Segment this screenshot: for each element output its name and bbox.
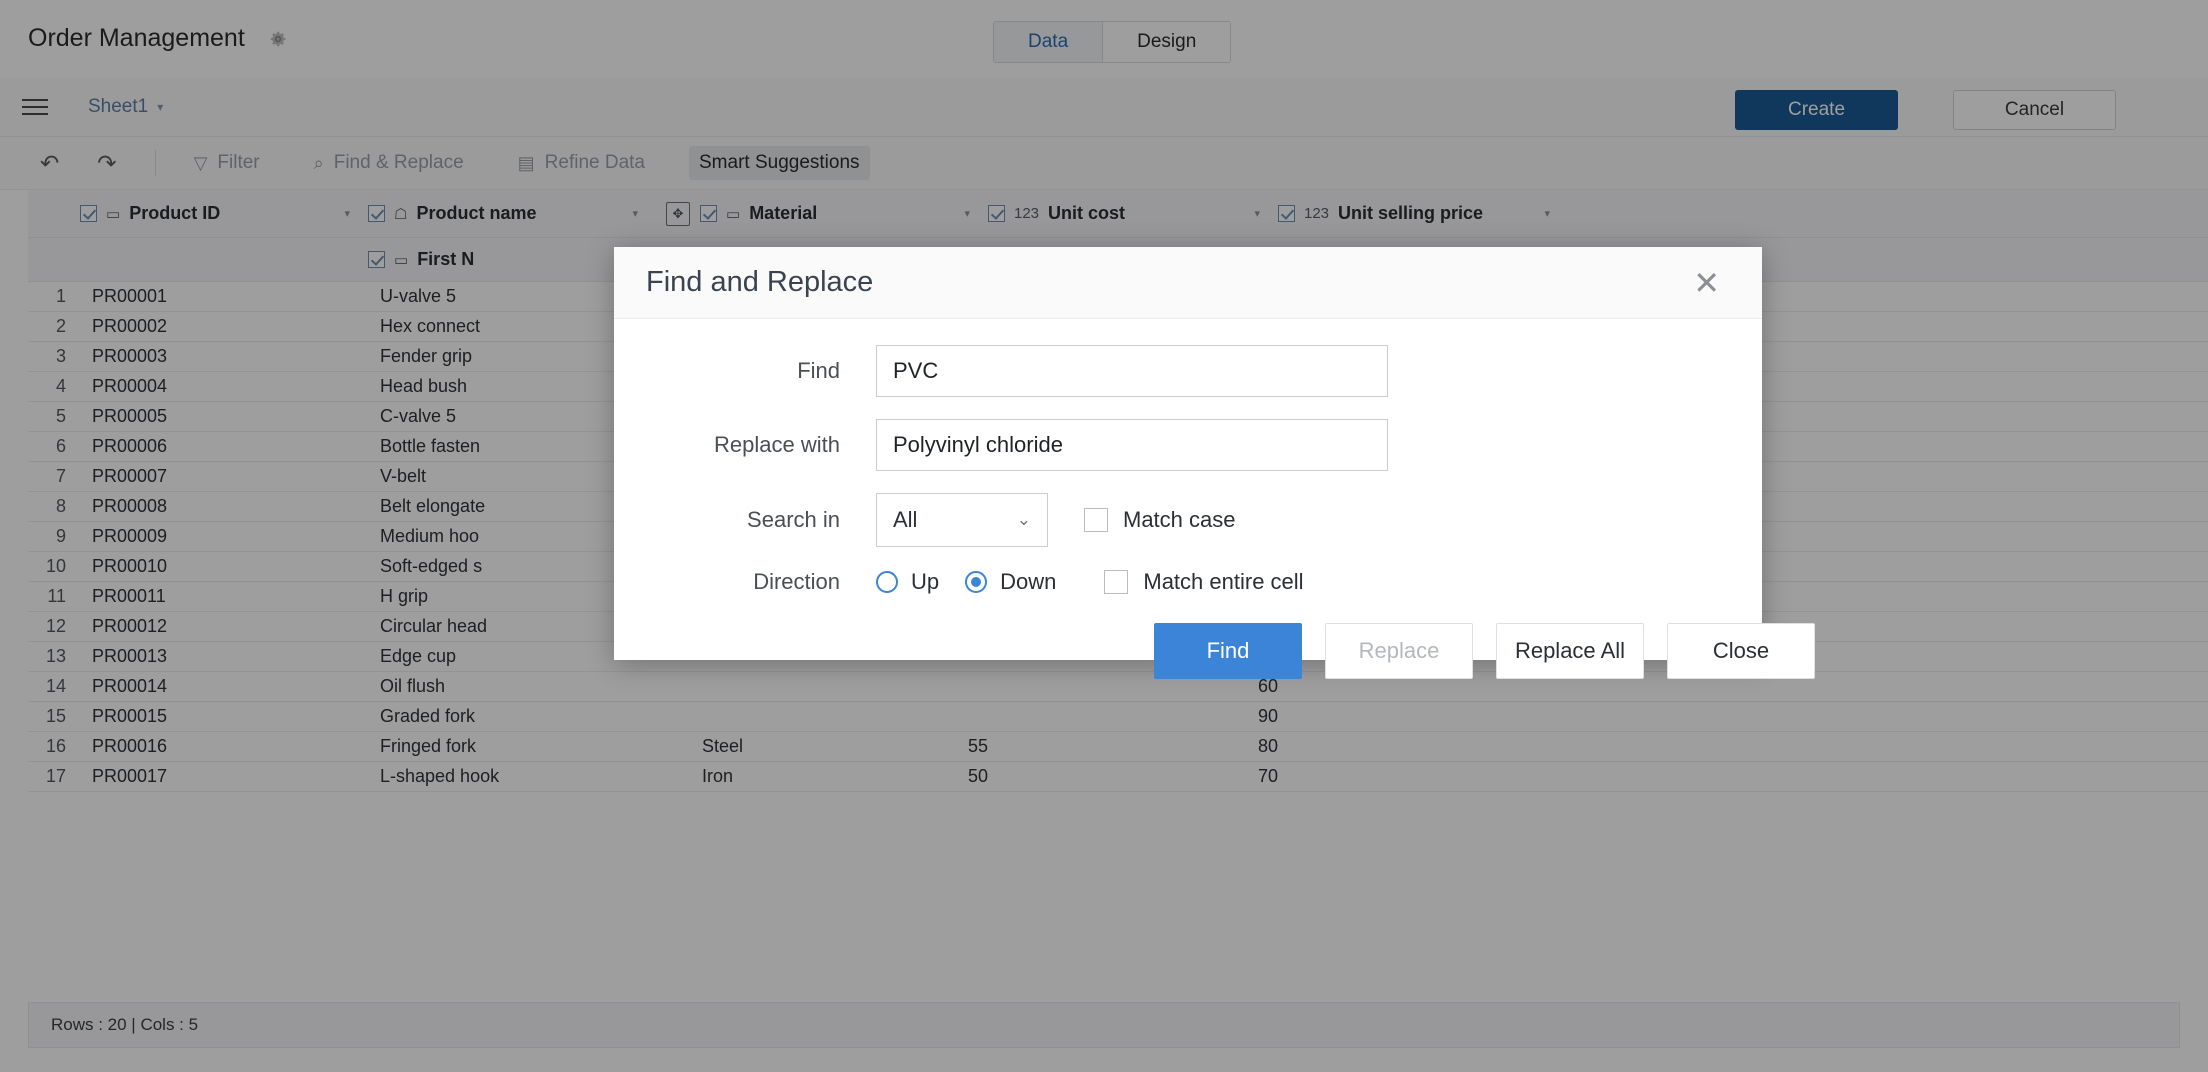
match-case-checkbox[interactable]: Match case <box>1084 507 1236 533</box>
chevron-down-icon: ⌄ <box>1017 510 1031 530</box>
checkbox-box <box>1104 570 1128 594</box>
match-entire-cell-label: Match entire cell <box>1143 569 1303 595</box>
replace-label: Replace with <box>614 432 876 458</box>
direction-row: Direction Up Down Match entire cell <box>614 569 1762 595</box>
find-input[interactable] <box>876 345 1388 397</box>
dialog-title: Find and Replace <box>646 266 873 299</box>
close-icon[interactable]: ✕ <box>1693 267 1720 299</box>
radio-circle <box>876 571 898 593</box>
search-in-select[interactable]: All ⌄ <box>876 493 1048 547</box>
find-row: Find <box>614 345 1762 397</box>
search-in-row: Search in All ⌄ Match case <box>614 493 1762 547</box>
match-case-label: Match case <box>1123 507 1236 533</box>
radio-circle-selected <box>965 571 987 593</box>
close-button[interactable]: Close <box>1667 623 1815 679</box>
replace-button[interactable]: Replace <box>1325 623 1473 679</box>
application-window: Order Management Data Design Sheet1 ▾ Cr… <box>0 0 2208 1072</box>
direction-label: Direction <box>614 569 876 595</box>
dialog-buttons: Find Replace Replace All Close <box>614 623 1762 679</box>
search-in-label: Search in <box>614 507 876 533</box>
replace-row: Replace with <box>614 419 1762 471</box>
dialog-body: Find Replace with Search in All ⌄ Match … <box>614 319 1762 679</box>
direction-up-radio[interactable]: Up <box>876 569 939 595</box>
direction-up-label: Up <box>911 569 939 595</box>
replace-input[interactable] <box>876 419 1388 471</box>
replace-all-button[interactable]: Replace All <box>1496 623 1644 679</box>
search-in-value: All <box>893 507 917 533</box>
find-button[interactable]: Find <box>1154 623 1302 679</box>
find-label: Find <box>614 358 876 384</box>
find-and-replace-dialog: Find and Replace ✕ Find Replace with Sea… <box>614 247 1762 660</box>
dialog-header: Find and Replace ✕ <box>614 247 1762 319</box>
direction-down-label: Down <box>1000 569 1056 595</box>
direction-down-radio[interactable]: Down <box>965 569 1056 595</box>
match-entire-cell-checkbox[interactable]: Match entire cell <box>1104 569 1303 595</box>
checkbox-box <box>1084 508 1108 532</box>
